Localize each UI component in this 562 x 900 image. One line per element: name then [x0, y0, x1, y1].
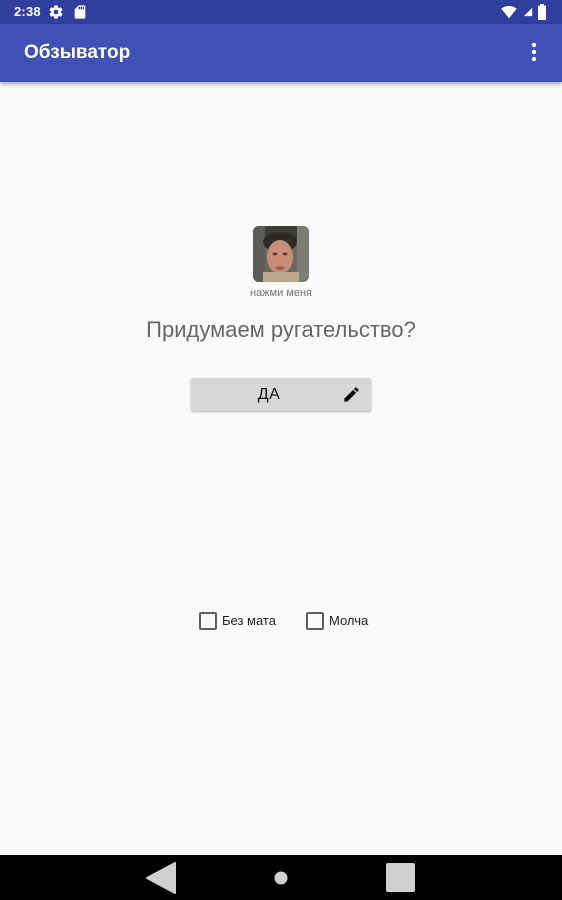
main-content: нажми меня Придумаем ругательство? ДА Бе…	[0, 82, 562, 855]
overflow-menu-icon[interactable]	[524, 42, 544, 64]
pencil-icon	[344, 387, 359, 402]
avatar-caption: нажми меня	[249, 287, 313, 299]
avatar-image[interactable]	[253, 226, 309, 282]
sd-card-icon	[74, 5, 86, 19]
status-bar: 2:38	[0, 0, 562, 24]
gear-icon	[49, 5, 63, 19]
checkbox-no-swearing-box[interactable]	[199, 612, 217, 630]
wifi-icon	[501, 6, 517, 19]
yes-button[interactable]: ДА	[191, 378, 371, 411]
app-bar: Обзыватор	[0, 24, 562, 82]
status-time: 2:38	[14, 4, 41, 19]
checkbox-silent-label: Молча	[329, 613, 369, 628]
recents-icon[interactable]	[385, 862, 416, 893]
yes-button-label: ДА	[257, 386, 281, 403]
face-photo-icon	[253, 226, 309, 282]
checkbox-silent-box[interactable]	[306, 612, 324, 630]
app-title: Обзыватор	[24, 42, 131, 63]
signal-icon	[523, 7, 533, 17]
battery-icon	[538, 4, 546, 20]
checkbox-no-swearing-label: Без мата	[222, 613, 276, 628]
back-icon[interactable]	[145, 861, 177, 895]
navigation-bar	[0, 855, 562, 900]
question-text: Придумаем ругательство?	[146, 317, 416, 342]
home-icon[interactable]	[274, 871, 288, 885]
